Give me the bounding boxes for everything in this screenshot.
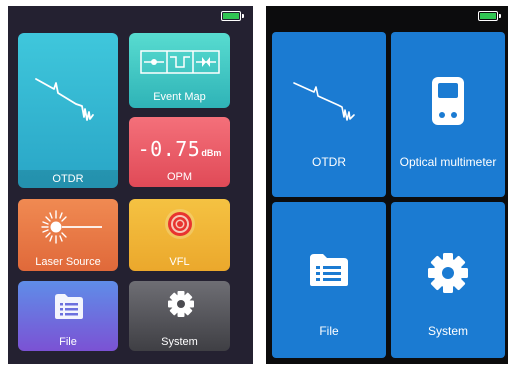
event-map-tile[interactable]: Event Map <box>129 33 230 108</box>
tile-label-file: File <box>319 324 339 338</box>
file-folder-icon <box>310 254 348 286</box>
system-tile[interactable]: System <box>129 281 230 351</box>
tile-label-otdr: OTDR <box>312 155 346 169</box>
opm-readout-value: -0.75 <box>137 137 201 161</box>
tile-label-laser-source: Laser Source <box>35 256 101 268</box>
laser-source-tile[interactable]: Laser Source <box>18 199 118 271</box>
laser-burst-icon <box>41 210 102 244</box>
event-map-icon <box>140 50 220 74</box>
tile-label-system: System <box>427 324 468 338</box>
otdr-tile[interactable]: OTDR <box>272 32 386 197</box>
tile-label-optical-multimeter: Optical multimeter <box>399 155 497 169</box>
vfl-tile[interactable]: VFL <box>129 199 230 271</box>
power-meter-readout: -0.75dBm <box>129 137 230 161</box>
opm-readout-unit: dBm <box>201 148 222 158</box>
battery-icon <box>478 11 501 21</box>
file-tile[interactable]: File <box>272 202 386 358</box>
tile-label-event-map: Event Map <box>153 91 206 103</box>
file-tile[interactable]: File <box>18 281 118 351</box>
multimeter-device-icon <box>432 77 464 125</box>
otdr-trace-icon <box>293 82 355 121</box>
tile-label-file: File <box>59 336 77 348</box>
tile-label-opm: OPM <box>166 171 193 183</box>
target-icon <box>165 209 195 239</box>
otdr-trace-icon <box>35 78 94 121</box>
tile-label-otdr: OTDR <box>18 170 118 188</box>
system-tile[interactable]: System <box>391 202 505 358</box>
opm-tile[interactable]: -0.75dBm OPM <box>129 117 230 187</box>
file-folder-icon <box>55 294 83 319</box>
battery-icon <box>221 11 244 21</box>
otdr-tile[interactable]: OTDR <box>18 33 118 188</box>
tile-label-vfl: VFL <box>169 256 190 268</box>
tile-label-system: System <box>161 336 198 348</box>
gear-icon <box>428 253 468 293</box>
gear-icon <box>168 291 194 317</box>
optical-multimeter-tile[interactable]: Optical multimeter <box>391 32 505 197</box>
